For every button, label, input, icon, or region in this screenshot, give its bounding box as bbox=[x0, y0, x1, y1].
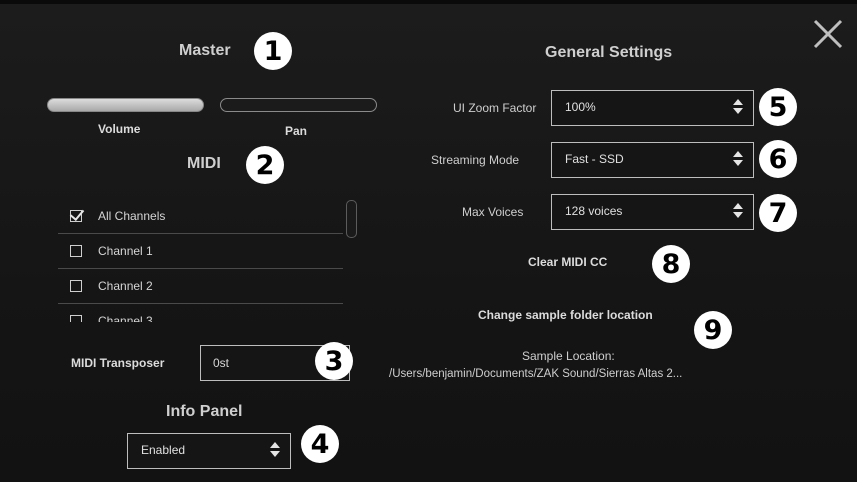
sample-location-path: /Users/benjamin/Documents/ZAK Sound/Sier… bbox=[389, 368, 683, 380]
max-voices-value: 128 voices bbox=[565, 204, 623, 218]
general-settings-title: General Settings bbox=[545, 44, 673, 61]
channel-row-3[interactable]: Channel 3 bbox=[58, 304, 343, 322]
channel-label: Channel 3 bbox=[98, 314, 153, 322]
channel-row-1[interactable]: Channel 1 bbox=[58, 234, 343, 269]
zoom-factor-label: UI Zoom Factor bbox=[453, 101, 537, 115]
info-panel-value: Enabled bbox=[141, 443, 186, 457]
channel-label: Channel 2 bbox=[98, 279, 153, 293]
channel-list-scrollbar[interactable] bbox=[346, 200, 357, 238]
streaming-mode-select[interactable]: Fast - SSD bbox=[551, 142, 754, 178]
close-icon[interactable] bbox=[812, 18, 844, 50]
checkbox-icon[interactable] bbox=[70, 245, 82, 257]
channel-row-all[interactable]: All Channels bbox=[58, 199, 343, 234]
callout-badge-6: 6 bbox=[759, 140, 797, 178]
zoom-factor-value: 100% bbox=[565, 100, 596, 114]
checkbox-icon[interactable] bbox=[70, 210, 82, 222]
settings-panel: Master Volume Pan MIDI All Channels Chan… bbox=[0, 0, 857, 482]
max-voices-select[interactable]: 128 voices bbox=[551, 194, 754, 230]
callout-badge-1: 1 bbox=[254, 32, 292, 70]
checkbox-icon[interactable] bbox=[70, 280, 82, 292]
streaming-mode-label: Streaming Mode bbox=[431, 153, 520, 167]
callout-badge-4: 4 bbox=[301, 425, 339, 463]
up-down-arrows-icon bbox=[733, 203, 743, 219]
up-down-arrows-icon bbox=[733, 99, 743, 115]
info-panel-title: Info Panel bbox=[166, 403, 243, 420]
zoom-factor-select[interactable]: 100% bbox=[551, 90, 754, 126]
clear-midi-cc-button[interactable]: Clear MIDI CC bbox=[528, 255, 607, 269]
callout-badge-5: 5 bbox=[759, 88, 797, 126]
callout-badge-7: 7 bbox=[759, 194, 797, 232]
streaming-mode-value: Fast - SSD bbox=[565, 152, 624, 166]
volume-slider[interactable] bbox=[47, 98, 204, 112]
max-voices-label: Max Voices bbox=[462, 205, 524, 219]
pan-slider[interactable] bbox=[220, 98, 377, 112]
checkbox-icon[interactable] bbox=[70, 315, 82, 322]
channel-row-2[interactable]: Channel 2 bbox=[58, 269, 343, 304]
midi-title: MIDI bbox=[187, 155, 221, 172]
callout-badge-2: 2 bbox=[246, 146, 284, 184]
channel-label: All Channels bbox=[98, 209, 166, 223]
callout-badge-9: 9 bbox=[694, 311, 732, 349]
callout-badge-8: 8 bbox=[652, 245, 690, 283]
channel-label: Channel 1 bbox=[98, 244, 153, 258]
callout-badge-3: 3 bbox=[315, 342, 353, 380]
change-sample-folder-button[interactable]: Change sample folder location bbox=[478, 308, 653, 322]
up-down-arrows-icon bbox=[270, 442, 280, 458]
sample-location-label: Sample Location: bbox=[522, 349, 615, 363]
midi-transposer-label: MIDI Transposer bbox=[71, 356, 165, 370]
up-down-arrows-icon bbox=[733, 151, 743, 167]
volume-label: Volume bbox=[98, 122, 141, 136]
master-title: Master bbox=[179, 42, 231, 59]
info-panel-select[interactable]: Enabled bbox=[127, 433, 291, 469]
pan-label: Pan bbox=[285, 124, 308, 138]
midi-channel-list[interactable]: All Channels Channel 1 Channel 2 Channel… bbox=[58, 199, 343, 322]
